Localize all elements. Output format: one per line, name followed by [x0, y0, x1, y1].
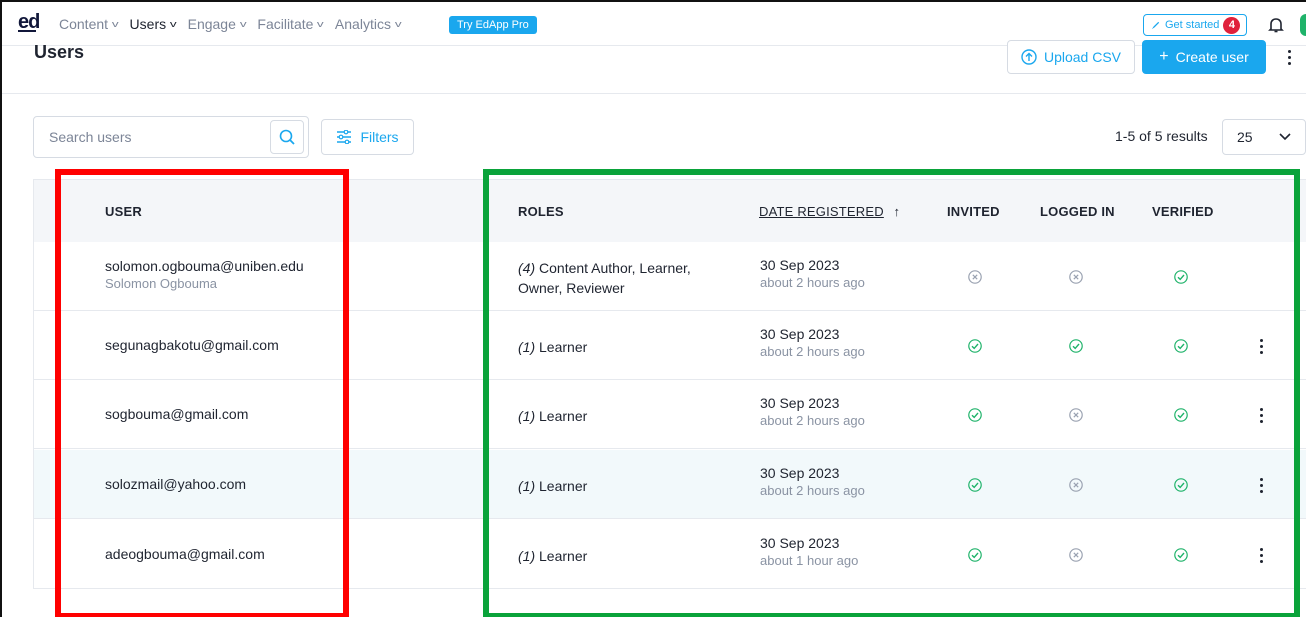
nav-item-label: Users	[129, 16, 167, 32]
chevron-down-icon	[1279, 133, 1291, 141]
page-title: Users	[34, 42, 85, 62]
filters-button[interactable]: Filters	[321, 119, 414, 155]
page-size-value: 25	[1237, 129, 1253, 145]
nav-item-label: Engage	[187, 16, 236, 32]
create-user-button[interactable]: + Create user	[1142, 40, 1266, 74]
search-input[interactable]	[35, 118, 267, 156]
search-icon	[279, 129, 295, 145]
nav-item-label: Facilitate	[257, 16, 314, 32]
nav-item-content[interactable]: Content v	[59, 16, 119, 32]
more-options-icon[interactable]	[1282, 44, 1296, 70]
nav-item-label: Analytics	[334, 16, 391, 32]
notification-count-badge: 4	[1223, 16, 1241, 34]
nav-item-facilitate[interactable]: Facilitate v	[257, 16, 325, 32]
search-box	[33, 116, 309, 158]
bell-icon[interactable]	[1267, 16, 1285, 34]
plus-icon: +	[1159, 48, 1169, 65]
get-started-button[interactable]: Get started 4	[1143, 14, 1248, 36]
main-menu: Content v Users v Engage v Facilitate v Anal…	[59, 16, 402, 32]
chevron-down-icon: v	[394, 19, 402, 29]
chevron-down-icon: v	[111, 19, 119, 29]
page-size-select[interactable]: 25	[1222, 119, 1306, 155]
try-pro-button[interactable]: Try EdApp Pro	[449, 16, 537, 34]
highlight-box-green	[483, 169, 1300, 617]
chevron-down-icon: v	[317, 19, 325, 29]
chevron-down-icon: v	[239, 19, 247, 29]
nav-item-engage[interactable]: Engage v	[187, 16, 247, 32]
upload-icon	[1021, 49, 1037, 65]
rocket-icon	[1151, 21, 1160, 29]
results-count: 1-5 of 5 results	[1115, 128, 1208, 144]
get-started-label: Get started	[1165, 19, 1220, 31]
search-button[interactable]	[270, 120, 304, 154]
edapp-logo[interactable]: ed	[18, 12, 40, 32]
avatar[interactable]	[1300, 14, 1306, 36]
header-divider	[2, 93, 1306, 94]
upload-csv-label: Upload CSV	[1043, 49, 1122, 65]
filters-label: Filters	[360, 129, 399, 145]
highlight-box-red	[55, 169, 349, 617]
chevron-down-icon: v	[169, 19, 177, 29]
upload-csv-button[interactable]: Upload CSV	[1007, 40, 1135, 74]
nav-item-analytics[interactable]: Analytics v	[334, 16, 402, 32]
nav-item-users[interactable]: Users v	[129, 16, 177, 32]
create-user-label: Create user	[1175, 49, 1249, 65]
sliders-icon	[337, 130, 352, 144]
nav-item-label: Content	[59, 16, 109, 32]
